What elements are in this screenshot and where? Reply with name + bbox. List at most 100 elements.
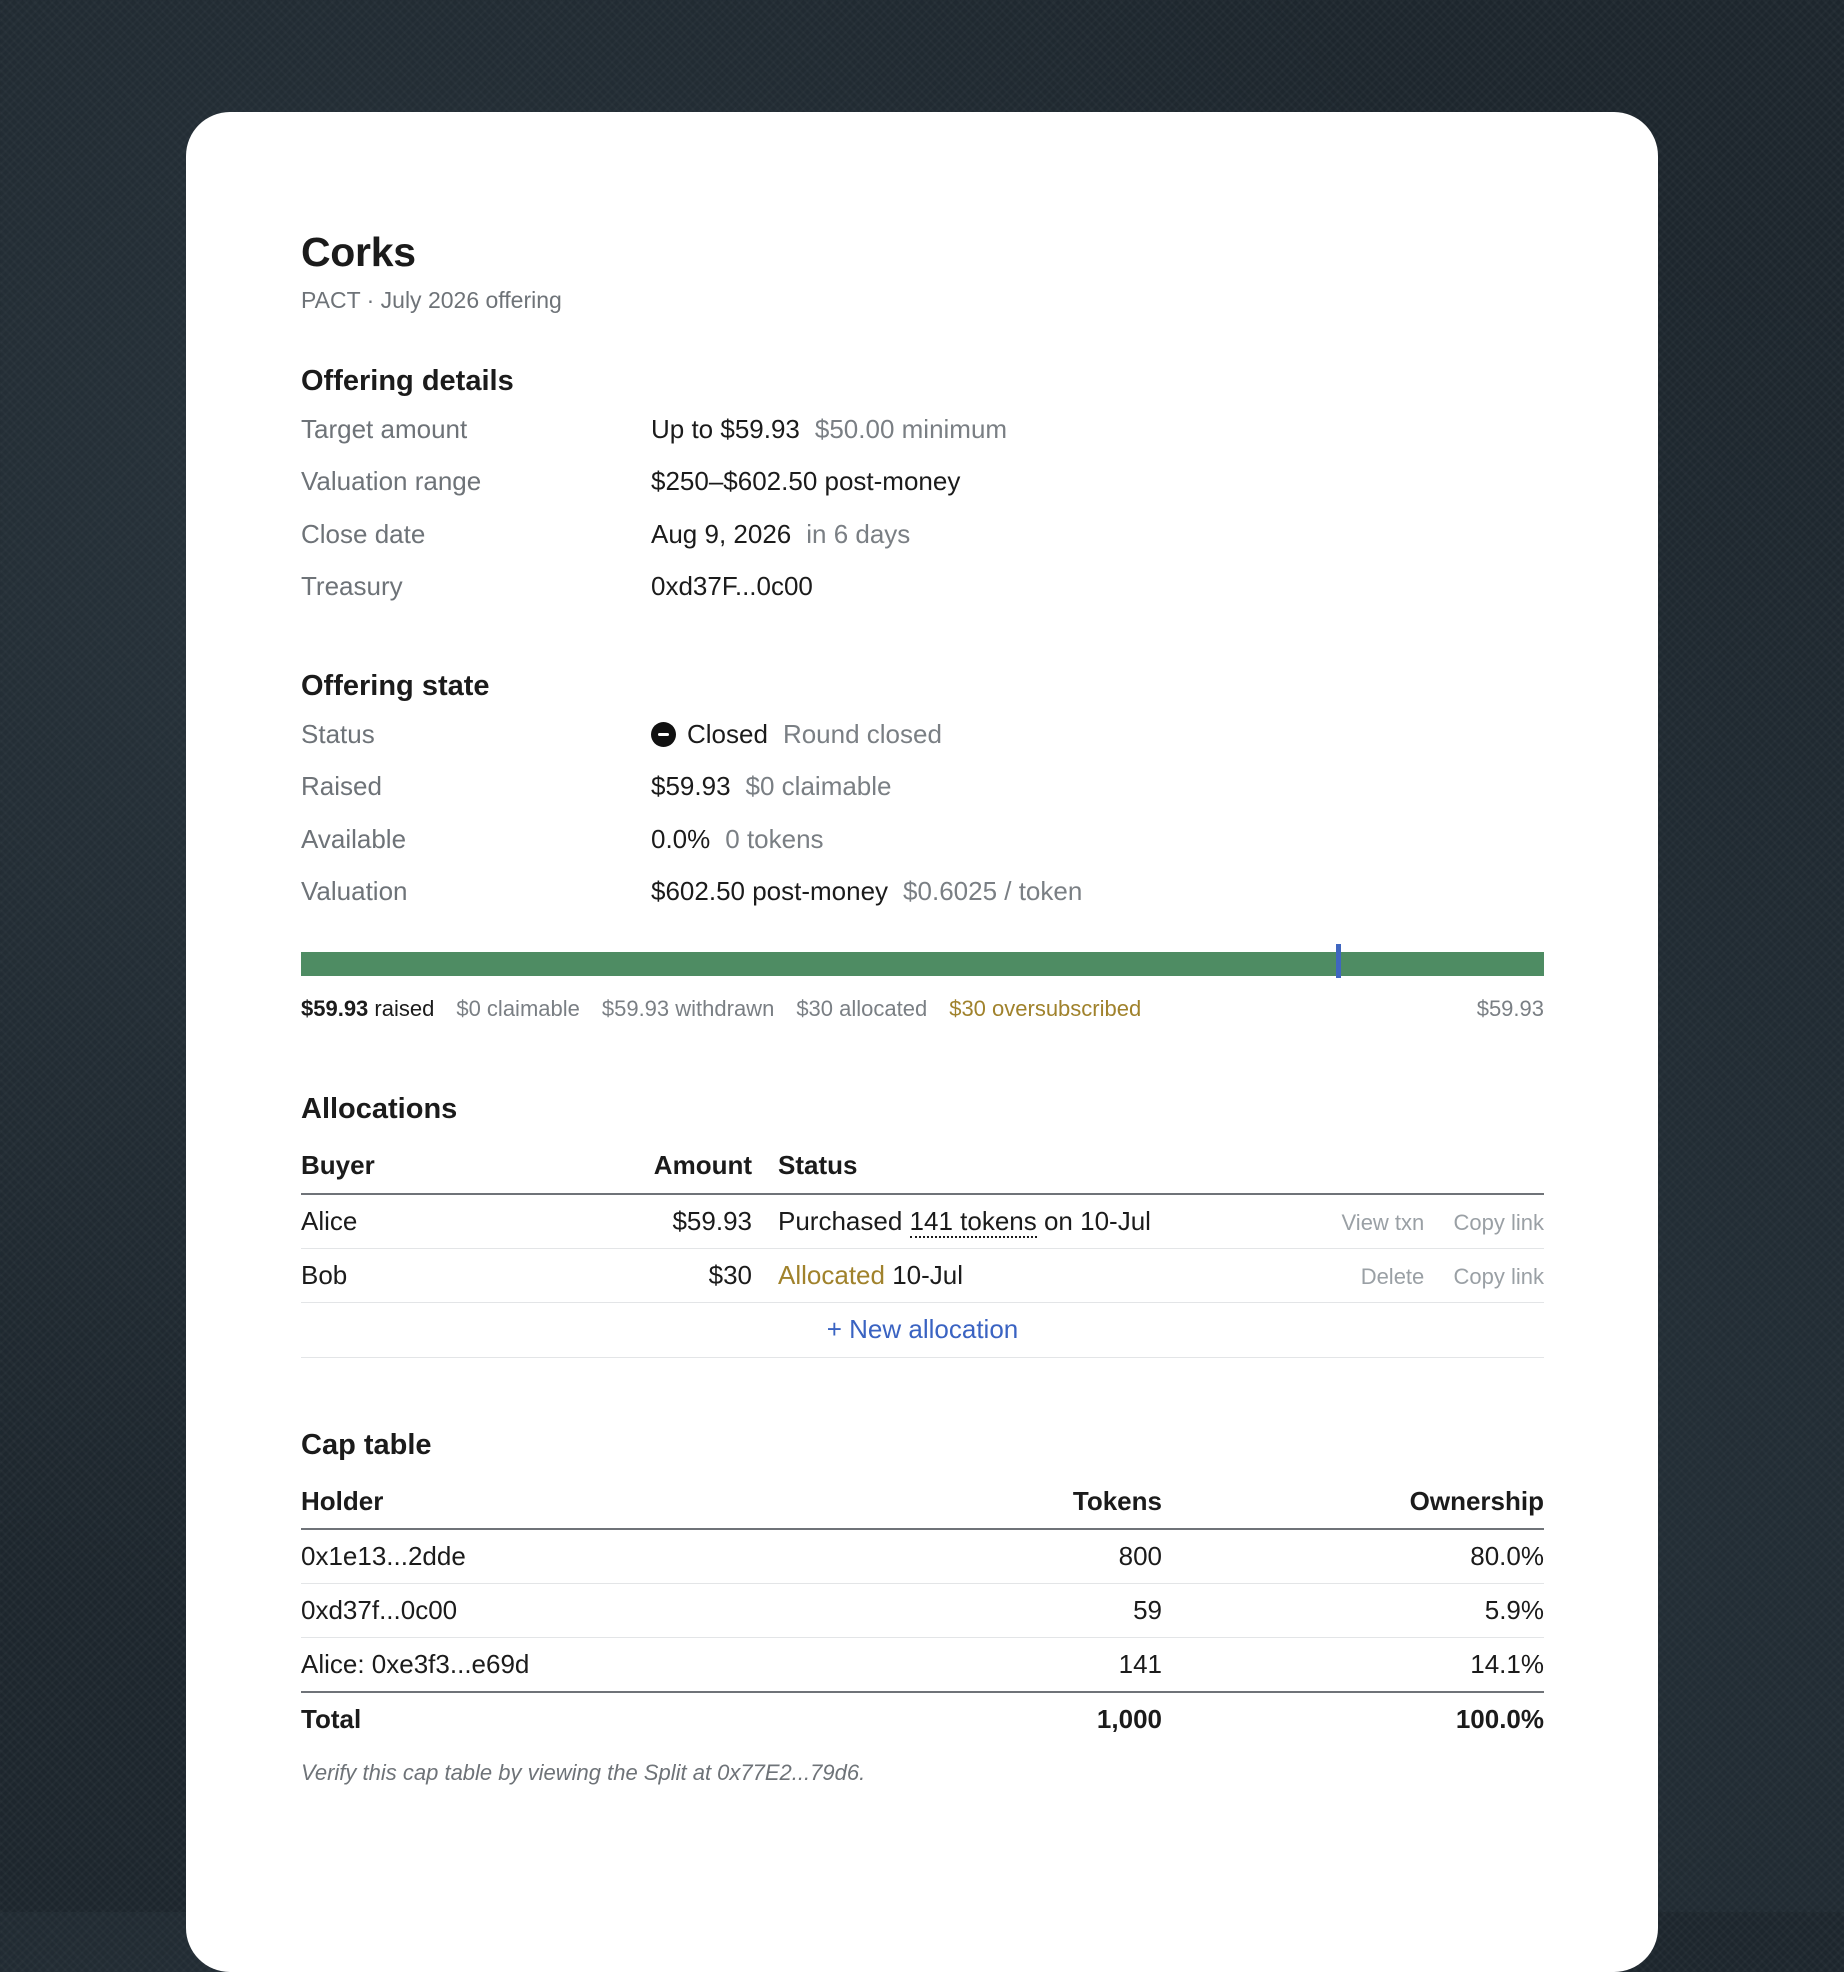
total-row: Total 1,000 100.0%: [301, 1691, 1544, 1747]
page-subtitle: PACT · July 2026 offering: [301, 287, 562, 314]
raised-label: Raised: [301, 771, 382, 802]
ownership-cell: 80.0%: [1162, 1529, 1544, 1585]
valuation-row: Valuation $602.50 post-money $0.6025 / t…: [301, 865, 1544, 918]
delete-button[interactable]: Delete: [1361, 1264, 1425, 1289]
buyer-cell: Bob: [301, 1248, 527, 1303]
legend-withdrawn: $59.93 withdrawn: [601, 995, 775, 1021]
target-amount-label: Target amount: [301, 413, 468, 444]
amount-cell: $59.93: [527, 1193, 752, 1249]
col-actions: [1258, 1138, 1544, 1195]
status-cell: Allocated 10-Jul: [752, 1248, 1259, 1303]
new-allocation-button[interactable]: + New allocation: [301, 1302, 1544, 1358]
valuation-value: $602.50 post-money: [651, 876, 889, 907]
status-value: Closed: [687, 718, 768, 749]
holder-cell: 0xd37f...0c00: [301, 1583, 862, 1639]
legend-allocated: $30 allocated: [796, 995, 928, 1021]
new-allocation-row: + New allocation: [301, 1302, 1544, 1358]
col-tokens: Tokens: [862, 1474, 1162, 1531]
table-row: Alice $59.93 Purchased 141 tokens on 10-…: [301, 1193, 1544, 1249]
col-holder: Holder: [301, 1474, 862, 1531]
card-content: Corks PACT · July 2026 offering Offering…: [301, 228, 1544, 1786]
available-row: Available 0.0% 0 tokens: [301, 813, 1544, 866]
tokens-cell: 800: [862, 1529, 1162, 1585]
cap-table-verify-note: Verify this cap table by viewing the Spl…: [301, 1760, 866, 1786]
treasury-row: Treasury 0xd37F...0c00: [301, 560, 1544, 613]
offering-card: Corks PACT · July 2026 offering Offering…: [186, 112, 1658, 1972]
token-count-tooltip[interactable]: 141 tokens: [909, 1205, 1037, 1238]
table-row: 0x1e13...2dde 800 80.0%: [301, 1529, 1544, 1585]
copy-link-button[interactable]: Copy link: [1454, 1264, 1544, 1289]
valuation-per-token: $0.6025 / token: [903, 876, 1083, 907]
raise-progress-bar: [301, 943, 1544, 978]
view-txn-link[interactable]: View txn: [1342, 1210, 1425, 1235]
available-value: 0.0%: [651, 823, 711, 854]
status-label: Status: [301, 718, 375, 749]
status-row: Status Closed Round closed: [301, 708, 1544, 761]
tokens-cell: 59: [862, 1583, 1162, 1639]
treasury-label: Treasury: [301, 571, 403, 602]
status-suffix: 10-Jul: [884, 1259, 964, 1290]
legend-raised-suffix: raised: [374, 995, 435, 1021]
valuation-value-group: $602.50 post-money $0.6025 / token: [651, 876, 1082, 907]
cap-table-header-row: Holder Tokens Ownership: [301, 1474, 1544, 1531]
raised-claimable: $0 claimable: [745, 771, 892, 802]
allocations-section: Allocations Buyer Amount Status Alice $5…: [301, 1092, 1544, 1358]
cap-table-heading: Cap table: [301, 1428, 432, 1461]
legend-raised-amount: $59.93: [301, 995, 369, 1021]
col-amount: Amount: [527, 1138, 752, 1195]
cap-table-section: Cap table Holder Tokens Ownership 0x1e13…: [301, 1428, 1544, 1787]
treasury-address[interactable]: 0xd37F...0c00: [651, 571, 813, 602]
actions-cell: Delete Copy link: [1258, 1248, 1544, 1303]
table-row: Bob $30 Allocated 10-Jul Delete Copy lin…: [301, 1248, 1544, 1303]
legend-oversubscribed: $30 oversubscribed: [949, 995, 1142, 1021]
valuation-range-label: Valuation range: [301, 466, 482, 497]
total-label: Total: [301, 1691, 862, 1747]
status-cell: Purchased 141 tokens on 10-Jul: [752, 1193, 1259, 1249]
amount-cell: $30: [527, 1248, 752, 1303]
col-ownership: Ownership: [1162, 1474, 1544, 1531]
actions-cell: View txn Copy link: [1258, 1193, 1544, 1249]
allocation-marker: [1335, 943, 1341, 978]
offering-state-heading: Offering state: [301, 669, 490, 702]
offering-state-section: Offering state Status Closed Round close…: [301, 669, 1544, 1026]
table-row: Alice: 0xe3f3...e69d 141 14.1%: [301, 1637, 1544, 1693]
legend-raised: $59.93 raised: [301, 996, 434, 1022]
close-date-value: Aug 9, 2026: [651, 518, 792, 549]
status-prefix: Purchased: [778, 1205, 910, 1236]
legend-max: $59.93: [1476, 995, 1544, 1021]
target-amount-value-group: Up to $59.93 $50.00 minimum: [651, 414, 1007, 445]
target-amount-row: Target amount Up to $59.93 $50.00 minimu…: [301, 403, 1544, 456]
available-label: Available: [301, 823, 407, 854]
table-row: 0xd37f...0c00 59 5.9%: [301, 1583, 1544, 1639]
holder-cell: Alice: 0xe3f3...e69d: [301, 1637, 862, 1693]
available-value-group: 0.0% 0 tokens: [651, 824, 824, 855]
raised-value-group: $59.93 $0 claimable: [651, 771, 892, 802]
raised-row: Raised $59.93 $0 claimable: [301, 760, 1544, 813]
status-note: Round closed: [782, 718, 942, 749]
valuation-range-value: $250–$602.50 post-money: [651, 466, 961, 497]
allocations-header-row: Buyer Amount Status: [301, 1138, 1544, 1195]
status-value-group: Closed Round closed: [651, 719, 942, 750]
total-ownership: 100.0%: [1162, 1691, 1544, 1747]
target-amount-minimum: $50.00 minimum: [814, 413, 1008, 444]
minus-circle-icon: [651, 721, 676, 747]
status-suffix: on 10-Jul: [1036, 1205, 1151, 1236]
raised-value: $59.93: [651, 771, 731, 802]
close-date-relative: in 6 days: [806, 518, 911, 549]
close-date-row: Close date Aug 9, 2026 in 6 days: [301, 508, 1544, 561]
progress-track: [301, 951, 1544, 976]
copy-link-button[interactable]: Copy link: [1454, 1210, 1544, 1235]
buyer-cell: Alice: [301, 1193, 527, 1249]
page-title: Corks: [301, 229, 416, 275]
valuation-range-row: Valuation range $250–$602.50 post-money: [301, 455, 1544, 508]
target-amount-value: Up to $59.93: [651, 413, 800, 444]
offering-details-heading: Offering details: [301, 365, 514, 398]
valuation-label: Valuation: [301, 876, 408, 907]
allocations-heading: Allocations: [301, 1092, 458, 1125]
col-buyer: Buyer: [301, 1138, 527, 1195]
allocations-table: Buyer Amount Status Alice $59.93 Purchas…: [301, 1138, 1544, 1358]
ownership-cell: 14.1%: [1162, 1637, 1544, 1693]
total-tokens: 1,000: [862, 1691, 1162, 1747]
offering-details-section: Offering details Target amount Up to $59…: [301, 364, 1544, 613]
legend-claimable: $0 claimable: [456, 995, 580, 1021]
